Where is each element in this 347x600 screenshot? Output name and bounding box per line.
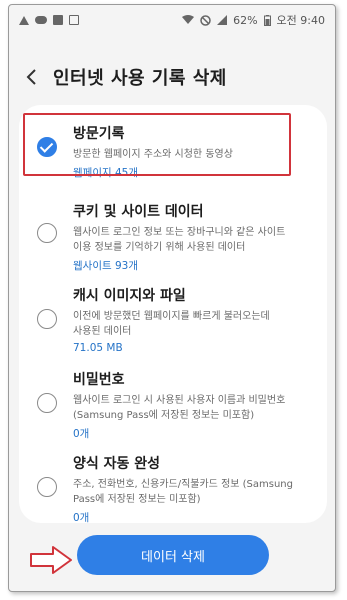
signal-icon: [217, 15, 228, 25]
option-title: 캐시 이미지와 파일: [73, 288, 186, 304]
option-description: 웹사이트 로그인 정보 또는 장바구니와 같은 사이트 이용 정보를 기억하기 …: [73, 227, 286, 253]
option-count: 71.05 MB: [73, 342, 123, 354]
do-not-disturb-icon: [200, 14, 211, 26]
app-header: 인터넷 사용 기록 삭제: [9, 57, 335, 97]
option-cookies[interactable]: 쿠키 및 사이트 데이터 웹사이트 로그인 정보 또는 장바구니와 같은 사이트…: [19, 195, 327, 277]
notification-icon: [19, 15, 29, 25]
status-bar: 62% 오전 9:40: [9, 5, 335, 35]
clock: 오전 9:40: [276, 14, 325, 27]
option-count: 0개: [73, 512, 90, 523]
delete-data-button[interactable]: 데이터 삭제: [77, 535, 269, 575]
option-title: 양식 자동 완성: [73, 456, 161, 472]
option-cache[interactable]: 캐시 이미지와 파일 이전에 방문했던 웹페이지를 빠르게 불러오는데 사용된 …: [19, 279, 327, 361]
option-description: 이전에 방문했던 웹페이지를 빠르게 불러오는데 사용된 데이터: [73, 311, 270, 337]
image-icon: [53, 15, 63, 25]
battery-percent: 62%: [233, 13, 258, 27]
cloud-icon: [35, 16, 47, 24]
option-title: 쿠키 및 사이트 데이터: [73, 204, 204, 220]
option-passwords[interactable]: 비밀번호 웹사이트 로그인 시 사용된 사용자 이름과 비밀번호 (Samsun…: [19, 363, 327, 445]
option-description: 웹사이트 로그인 시 사용된 사용자 이름과 비밀번호 (Samsung Pas…: [73, 395, 286, 421]
phone-frame: 62% 오전 9:40 인터넷 사용 기록 삭제 방문기록 방문한 웹페이지 주…: [8, 4, 336, 592]
passwords-checkbox[interactable]: [37, 393, 57, 413]
cookies-checkbox[interactable]: [37, 223, 57, 243]
battery-icon: [263, 14, 271, 26]
gallery-icon: [69, 15, 79, 25]
option-count: 0개: [73, 428, 90, 440]
page-title: 인터넷 사용 기록 삭제: [53, 68, 227, 89]
bottom-bar: 데이터 삭제: [9, 531, 335, 591]
chevron-left-icon: [26, 69, 36, 85]
back-button[interactable]: [9, 57, 53, 97]
autofill-checkbox[interactable]: [37, 477, 57, 497]
highlight-box: [23, 113, 291, 176]
option-count: 웹사이트 93개: [73, 260, 138, 272]
cache-checkbox[interactable]: [37, 309, 57, 329]
option-title: 비밀번호: [73, 372, 125, 388]
wifi-icon: [182, 15, 195, 24]
option-autofill[interactable]: 양식 자동 완성 주소, 전화번호, 신용카드/직불카드 정보 (Samsung…: [19, 447, 327, 523]
arrow-right-icon: [30, 546, 72, 574]
option-description: 주소, 전화번호, 신용카드/직불카드 정보 (Samsung Pass에 저장…: [73, 479, 293, 505]
